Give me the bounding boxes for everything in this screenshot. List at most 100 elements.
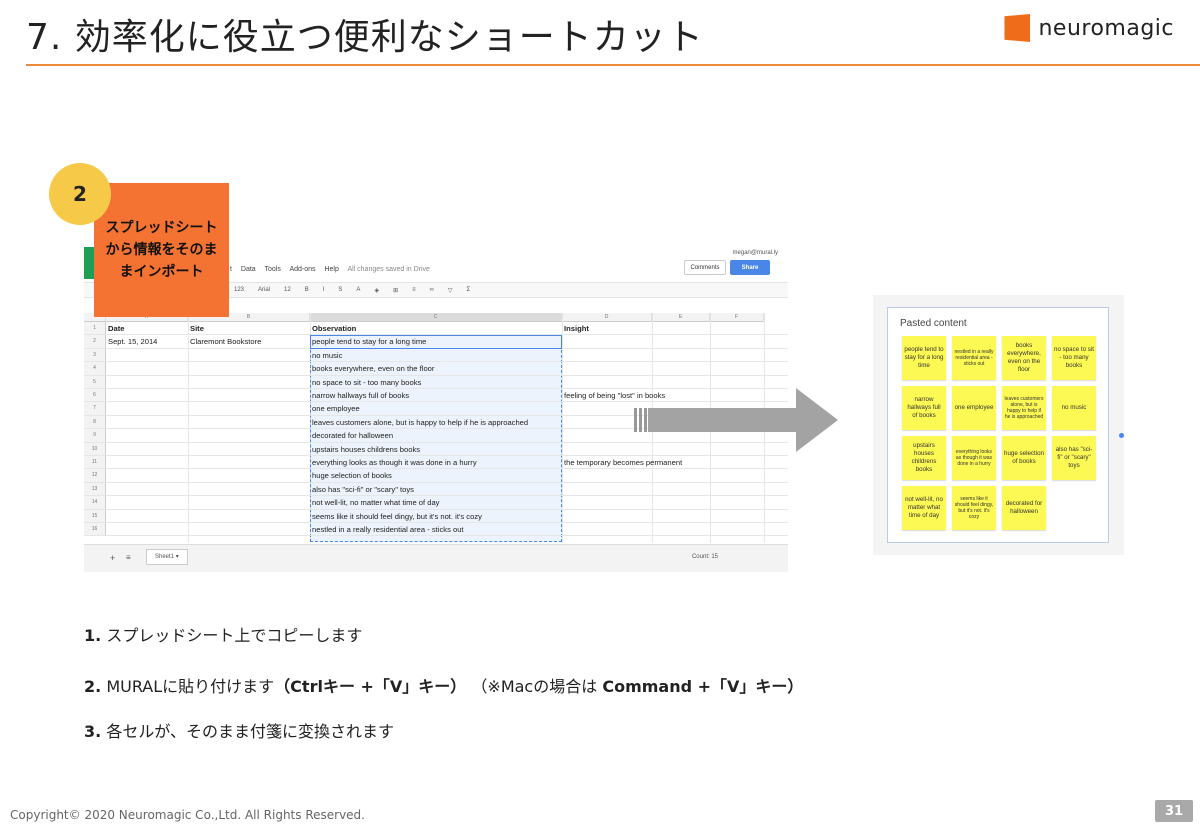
- table-cell[interactable]: [106, 443, 188, 455]
- fill-color-icon[interactable]: ◈: [374, 287, 379, 294]
- table-cell[interactable]: nestled in a really residential area - s…: [310, 523, 562, 535]
- table-cell[interactable]: [188, 510, 310, 522]
- column-header[interactable]: C: [310, 313, 562, 322]
- functions-icon[interactable]: Σ: [467, 287, 471, 293]
- table-cell[interactable]: [188, 523, 310, 535]
- table-cell[interactable]: books everywhere, even on the floor: [310, 362, 562, 374]
- sheet-tab[interactable]: Sheet1 ▾: [146, 549, 188, 565]
- table-cell[interactable]: not well-lit, no matter what time of day: [310, 496, 562, 508]
- table-cell[interactable]: [188, 469, 310, 481]
- number-format[interactable]: 123: [234, 287, 244, 293]
- filter-icon[interactable]: ▽: [448, 287, 453, 294]
- sticky-note[interactable]: decorated for halloween: [1002, 486, 1046, 530]
- sticky-note[interactable]: everything looks as though it was done i…: [952, 436, 996, 480]
- sticky-note[interactable]: books everywhere, even on the floor: [1002, 336, 1046, 380]
- column-header[interactable]: E: [652, 313, 710, 322]
- table-cell[interactable]: [106, 376, 188, 388]
- sheet-list-icon[interactable]: ≡: [126, 553, 131, 562]
- font-size-select[interactable]: 12: [284, 287, 291, 293]
- sticky-note[interactable]: seems like it should feel dingy, but it'…: [952, 486, 996, 530]
- table-cell[interactable]: [562, 496, 762, 508]
- table-cell[interactable]: [106, 402, 188, 414]
- comments-button[interactable]: Comments: [684, 260, 726, 275]
- table-cell[interactable]: [188, 349, 310, 361]
- table-cell[interactable]: [188, 456, 310, 468]
- header-cell[interactable]: Date: [106, 322, 188, 334]
- table-cell[interactable]: [562, 483, 762, 495]
- sticky-note[interactable]: no music: [1052, 386, 1096, 430]
- table-cell[interactable]: [188, 496, 310, 508]
- table-cell[interactable]: upstairs houses childrens books: [310, 443, 562, 455]
- italic-icon[interactable]: I: [323, 287, 325, 293]
- sticky-note[interactable]: one employee: [952, 386, 996, 430]
- table-cell[interactable]: [562, 510, 762, 522]
- add-sheet-icon[interactable]: +: [110, 553, 115, 563]
- table-cell[interactable]: [562, 335, 762, 347]
- align-icon[interactable]: ≡: [412, 287, 416, 293]
- table-cell[interactable]: [106, 510, 188, 522]
- table-cell[interactable]: huge selection of books: [310, 469, 562, 481]
- sticky-note[interactable]: upstairs houses childrens books: [902, 436, 946, 480]
- table-cell[interactable]: [106, 496, 188, 508]
- table-cell[interactable]: one employee: [310, 402, 562, 414]
- table-cell[interactable]: everything looks as though it was done i…: [310, 456, 562, 468]
- table-cell[interactable]: [106, 469, 188, 481]
- sticky-note[interactable]: leaves customers alone, but is happy to …: [1002, 386, 1046, 430]
- table-cell[interactable]: [106, 429, 188, 441]
- table-cell[interactable]: [562, 469, 762, 481]
- table-cell[interactable]: [188, 389, 310, 401]
- resize-handle[interactable]: [1119, 433, 1124, 438]
- table-cell[interactable]: also has "sci-fi" or "scary" toys: [310, 483, 562, 495]
- link-icon[interactable]: ∞: [430, 287, 434, 293]
- menu-item[interactable]: t: [230, 266, 232, 273]
- menu-item[interactable]: Data: [241, 266, 256, 273]
- table-cell[interactable]: [188, 402, 310, 414]
- table-cell[interactable]: [562, 349, 762, 361]
- table-cell[interactable]: leaves customers alone, but is happy to …: [310, 416, 562, 428]
- menu-item[interactable]: Add-ons: [289, 266, 315, 273]
- table-cell[interactable]: [562, 362, 762, 374]
- table-cell[interactable]: Sept. 15, 2014: [106, 335, 188, 347]
- column-header[interactable]: D: [562, 313, 652, 322]
- table-cell[interactable]: [188, 416, 310, 428]
- table-cell[interactable]: no music: [310, 349, 562, 361]
- sticky-note[interactable]: huge selection of books: [1002, 436, 1046, 480]
- table-cell[interactable]: [106, 362, 188, 374]
- table-cell[interactable]: narrow hallways full of books: [310, 389, 562, 401]
- sticky-note[interactable]: not well-lit, no matter what time of day: [902, 486, 946, 530]
- bold-icon[interactable]: B: [305, 287, 309, 293]
- share-button[interactable]: Share: [730, 260, 770, 275]
- table-cell[interactable]: [188, 429, 310, 441]
- table-cell[interactable]: [188, 443, 310, 455]
- table-cell[interactable]: [188, 362, 310, 374]
- table-cell[interactable]: [188, 483, 310, 495]
- table-cell[interactable]: [106, 456, 188, 468]
- table-cell[interactable]: [562, 523, 762, 535]
- table-cell[interactable]: seems like it should feel dingy, but it'…: [310, 510, 562, 522]
- table-cell[interactable]: [106, 389, 188, 401]
- table-cell[interactable]: [106, 483, 188, 495]
- borders-icon[interactable]: ⊞: [393, 287, 398, 294]
- menu-item[interactable]: Tools: [265, 266, 281, 273]
- table-cell[interactable]: [106, 349, 188, 361]
- header-cell[interactable]: Insight: [562, 322, 652, 334]
- menu-item[interactable]: Help: [324, 266, 338, 273]
- sticky-note[interactable]: no space to sit - too many books: [1052, 336, 1096, 380]
- font-select[interactable]: Arial: [258, 287, 270, 293]
- table-cell[interactable]: [106, 416, 188, 428]
- header-cell[interactable]: Observation: [310, 322, 562, 334]
- table-cell[interactable]: [562, 376, 762, 388]
- table-cell[interactable]: Claremont Bookstore: [188, 335, 310, 347]
- sticky-note[interactable]: nestled in a really residential area - s…: [952, 336, 996, 380]
- table-cell[interactable]: decorated for halloween: [310, 429, 562, 441]
- sticky-note[interactable]: also has "sci-fi" or "scary" toys: [1052, 436, 1096, 480]
- table-cell[interactable]: no space to sit - too many books: [310, 376, 562, 388]
- sticky-note[interactable]: people tend to stay for a long time: [902, 336, 946, 380]
- table-cell[interactable]: the temporary becomes permanent: [562, 456, 762, 468]
- column-header[interactable]: F: [710, 313, 764, 322]
- strikethrough-icon[interactable]: S: [338, 287, 342, 293]
- sticky-note[interactable]: narrow hallways full of books: [902, 386, 946, 430]
- header-cell[interactable]: Site: [188, 322, 310, 334]
- table-cell[interactable]: [188, 376, 310, 388]
- table-cell[interactable]: [106, 523, 188, 535]
